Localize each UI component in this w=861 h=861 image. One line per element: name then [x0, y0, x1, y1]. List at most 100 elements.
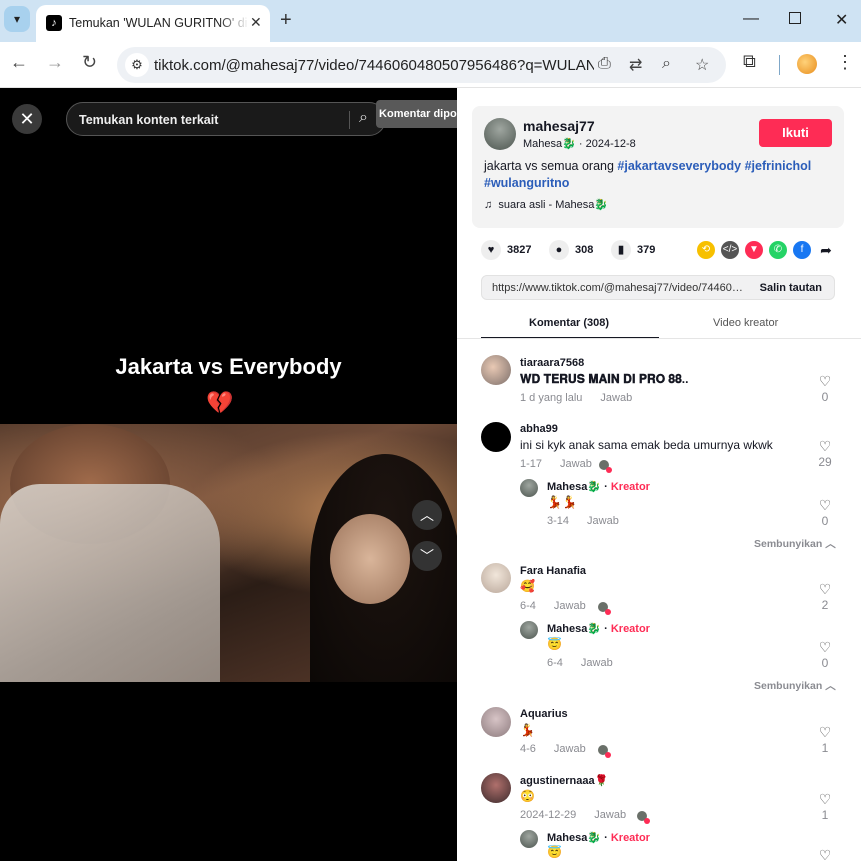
post-description: jakarta vs semua orang #jakartavseverybo… [484, 159, 812, 190]
comment-meta: 2024-12-29 Jawab [520, 809, 627, 821]
reply-like[interactable]: ♡ 0 [815, 497, 835, 528]
hide-replies-button[interactable]: Sembunyikan ︿ [754, 536, 836, 551]
whatsapp-icon[interactable]: ✆ [769, 241, 787, 259]
heart-icon: ♡ [818, 847, 832, 861]
address-bar[interactable]: ⚙ tiktok.com/@mahesaj77/video/7446060480… [117, 47, 726, 83]
reply-button[interactable]: Jawab [581, 657, 613, 669]
reply-text: 💃💃 [547, 495, 577, 509]
browser-toolbar: ← → ↻ ⚙ tiktok.com/@mahesaj77/video/7446… [0, 42, 861, 88]
embed-icon[interactable]: </> [721, 241, 739, 259]
maximize-icon[interactable] [789, 12, 801, 24]
comment-like[interactable]: ♡ 1 [815, 791, 835, 822]
comment-like[interactable]: ♡ 1 [815, 724, 835, 755]
tiktok-favicon-icon: ♪ [46, 15, 62, 31]
author-username[interactable]: mahesaj77 [523, 118, 595, 134]
menu-icon[interactable]: ⋮ [836, 52, 854, 73]
reply-like[interactable]: ♡ 0 [815, 639, 835, 670]
tab-comments[interactable]: Komentar (308) [529, 317, 609, 329]
broken-heart-icon: 💔 [206, 390, 234, 415]
url-text[interactable]: tiktok.com/@mahesaj77/video/744606048050… [154, 57, 594, 74]
send-icon[interactable]: ▼ [745, 241, 763, 259]
install-icon[interactable]: ⎙ [598, 55, 611, 73]
copy-link-button[interactable]: Salin tautan [760, 282, 822, 294]
heart-icon: ♡ [818, 373, 832, 389]
comment-user[interactable]: Aquarius [520, 708, 568, 720]
avatar[interactable] [481, 707, 511, 737]
bookmark-icon: ▮ [611, 240, 631, 260]
comment-user[interactable]: abha99 [520, 423, 558, 435]
video-player[interactable] [0, 424, 457, 682]
previous-video-chevron-up-icon[interactable]: ︿ [412, 500, 442, 530]
reply-button[interactable]: Jawab [600, 392, 632, 404]
related-search-input[interactable]: Temukan konten terkait ⌕ [66, 102, 386, 136]
avatar[interactable] [520, 830, 538, 848]
minimize-icon[interactable]: — [743, 10, 759, 28]
avatar[interactable] [481, 355, 511, 385]
reply-button[interactable]: Jawab [594, 809, 626, 821]
hashtag-link[interactable]: #wulanguritno [484, 176, 569, 190]
extensions-icon[interactable]: ⧉ [743, 51, 756, 72]
comment-like[interactable]: ♡ 0 [815, 373, 835, 404]
tab-creator-videos[interactable]: Video kreator [713, 317, 778, 329]
heart-icon: ♡ [818, 724, 832, 740]
comment-like[interactable]: ♡ 2 [815, 581, 835, 612]
zoom-icon[interactable]: ⌕ [662, 55, 671, 73]
like-stat[interactable]: ♥ 3827 [481, 240, 531, 260]
creator-liked-avatar [636, 810, 650, 824]
hashtag-link[interactable]: #jefrinichol [745, 159, 812, 173]
reload-icon[interactable]: ↻ [82, 52, 97, 73]
reply-button[interactable]: Jawab [554, 600, 586, 612]
creator-liked-avatar [597, 744, 611, 758]
avatar[interactable] [481, 773, 511, 803]
save-stat[interactable]: ▮ 379 [611, 240, 655, 260]
follow-button[interactable]: Ikuti [759, 119, 832, 147]
forward-icon[interactable]: → [46, 52, 64, 73]
share-icon[interactable]: ➦ [817, 241, 835, 259]
close-video-button[interactable]: ✕ [12, 104, 42, 134]
search-placeholder: Temukan konten terkait [79, 113, 219, 127]
browser-tab-active[interactable]: ♪ Temukan 'WULAN GURITNO' di TikTok ✕ [36, 5, 270, 42]
comment-stat[interactable]: ● 308 [549, 240, 593, 260]
music-link[interactable]: ♫ suara asli - Mahesa🐉 [484, 198, 608, 211]
back-icon[interactable]: ← [10, 52, 28, 73]
comment-like[interactable]: ♡ 29 [815, 438, 835, 469]
tab-search-chevron-down-icon[interactable]: ▾ [4, 6, 30, 32]
copy-link-box: https://www.tiktok.com/@mahesaj77/video/… [481, 275, 835, 300]
next-video-chevron-down-icon[interactable]: ﹀ [412, 541, 442, 571]
comment-user[interactable]: Fara Hanafia [520, 565, 586, 577]
post-link[interactable]: https://www.tiktok.com/@mahesaj77/video/… [492, 282, 748, 294]
music-icon: ♫ [484, 199, 493, 211]
translate-icon[interactable]: ⇄ [629, 55, 642, 75]
comment-text: 💃 [520, 723, 535, 737]
hide-replies-button[interactable]: Sembunyikan ︿ [754, 678, 836, 693]
comment-meta: 6-4 Jawab [520, 600, 586, 612]
reply-button[interactable]: Jawab [587, 515, 619, 527]
reply-button[interactable]: Jawab [560, 458, 592, 470]
reply-user[interactable]: Mahesa🐉 · Kreator [547, 622, 650, 635]
hashtag-link[interactable]: #jakartavseverybody [617, 159, 741, 173]
search-icon[interactable]: ⌕ [359, 109, 368, 127]
tab-close-icon[interactable]: ✕ [250, 14, 262, 31]
window-close-icon[interactable]: ✕ [835, 10, 848, 30]
creator-badge: Kreator [610, 623, 650, 635]
star-icon[interactable]: ☆ [695, 55, 709, 75]
facebook-icon[interactable]: f [793, 241, 811, 259]
comment-user[interactable]: agustinernaaa🌹 [520, 774, 608, 787]
reply-user[interactable]: Mahesa🐉 · Kreator [547, 480, 650, 493]
site-info-icon[interactable]: ⚙ [125, 53, 149, 77]
reply-like[interactable]: ♡ [815, 847, 835, 861]
avatar[interactable] [520, 621, 538, 639]
heart-icon: ♡ [818, 581, 832, 597]
comment-user[interactable]: tiaraara7568 [520, 357, 584, 369]
reply-user[interactable]: Mahesa🐉 · Kreator [547, 831, 650, 844]
reply-meta: 6-4 Jawab [547, 657, 613, 669]
avatar[interactable] [481, 563, 511, 593]
comment-text: 🥰 [520, 579, 535, 593]
author-avatar[interactable] [484, 118, 516, 150]
new-tab-button[interactable]: + [280, 9, 292, 32]
repost-icon[interactable]: ⟲ [697, 241, 715, 259]
avatar[interactable] [481, 422, 511, 452]
profile-avatar[interactable] [797, 54, 817, 74]
avatar[interactable] [520, 479, 538, 497]
reply-button[interactable]: Jawab [554, 743, 586, 755]
